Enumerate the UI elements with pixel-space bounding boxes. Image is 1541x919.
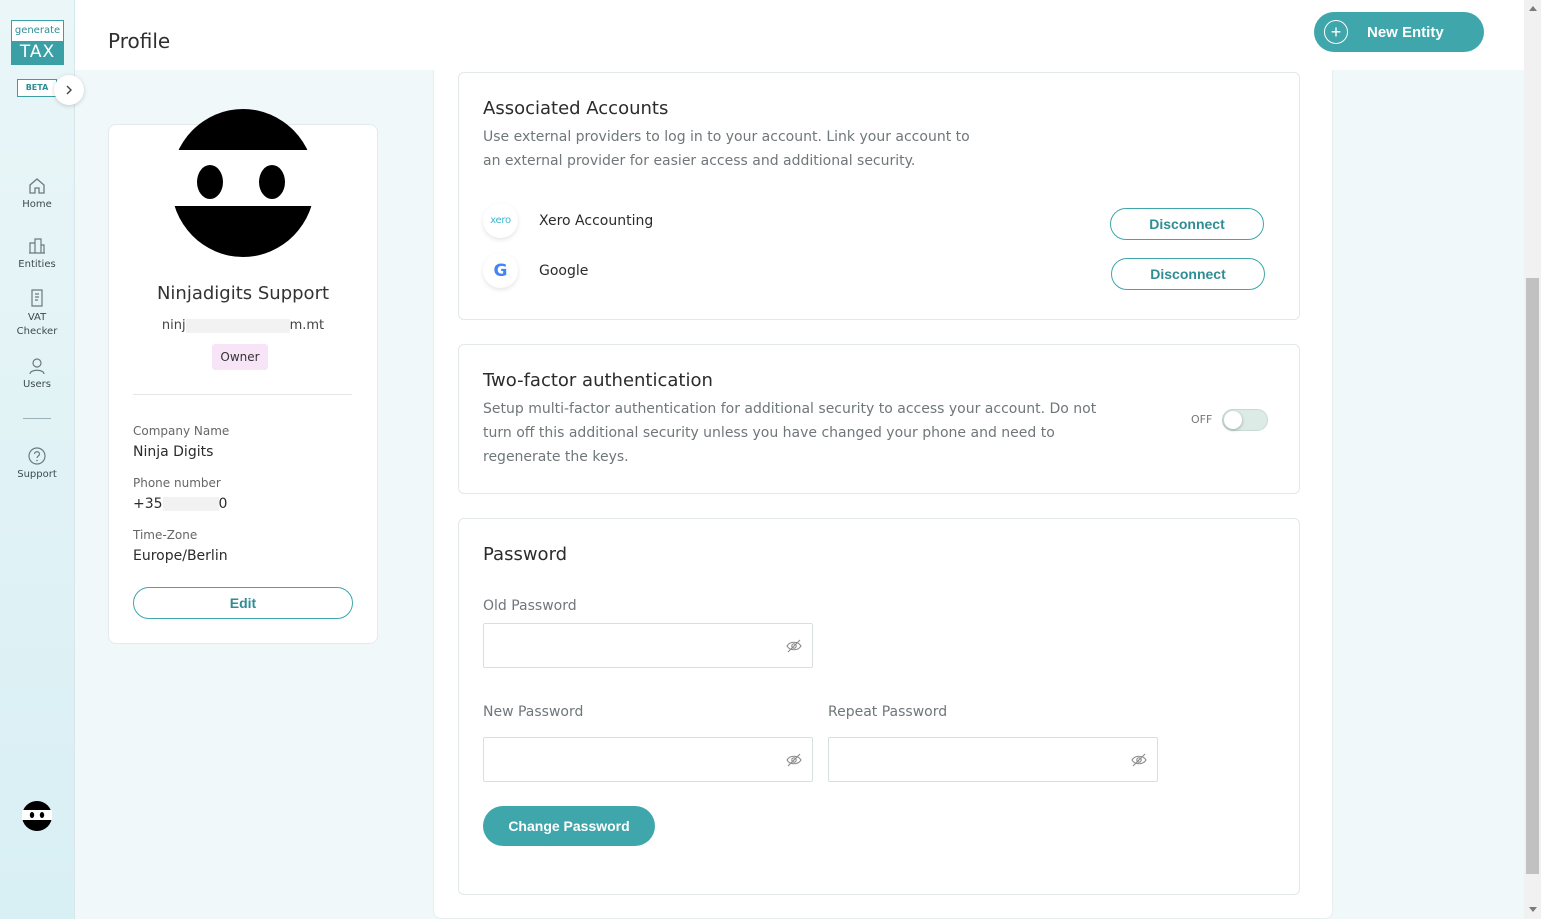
page-scrollbar[interactable]	[1524, 0, 1541, 919]
nav-support[interactable]: Support	[0, 446, 74, 480]
change-password-button[interactable]: Change Password	[483, 806, 655, 846]
nav-vat-checker[interactable]: VAT Checker	[0, 288, 74, 339]
eye-off-icon[interactable]	[786, 753, 802, 767]
plus-icon: +	[1324, 20, 1348, 44]
new-entity-label: New Entity	[1367, 23, 1444, 41]
old-password-label: Old Password	[483, 598, 577, 614]
new-entity-button[interactable]: + New Entity	[1314, 12, 1484, 52]
email-redaction	[185, 318, 290, 333]
phone-number-value: +35 0	[133, 496, 227, 512]
timezone-value: Europe/Berlin	[133, 548, 228, 564]
repeat-password-field	[828, 737, 1158, 782]
password-title: Password	[483, 544, 568, 565]
associated-accounts-description-2: an external provider for easier access a…	[483, 153, 916, 169]
phone-start: +35	[133, 496, 163, 512]
user-avatar-small[interactable]	[21, 800, 53, 832]
beta-badge: BETA	[17, 79, 57, 97]
role-badge: Owner	[212, 344, 268, 370]
company-name-label: Company Name	[133, 424, 230, 438]
google-logo-letter: G	[493, 260, 508, 281]
nav-divider	[23, 418, 51, 419]
profile-divider	[133, 394, 352, 395]
nav-home-label: Home	[22, 199, 52, 210]
document-icon	[31, 289, 43, 307]
eye-off-icon[interactable]	[1131, 753, 1147, 767]
xero-logo-text: xero	[490, 215, 511, 226]
toggle-knob	[1224, 411, 1242, 429]
old-password-input[interactable]	[484, 624, 774, 667]
expand-sidebar-button[interactable]	[54, 75, 84, 105]
nav-users-label: Users	[22, 379, 51, 390]
nav-users[interactable]: Users	[0, 356, 74, 390]
two-factor-description-1: Setup multi-factor authentication for ad…	[483, 401, 1097, 417]
nav-entities-label: Entities	[18, 259, 56, 270]
repeat-password-input[interactable]	[829, 738, 1119, 781]
xero-account-name: Xero Accounting	[539, 213, 654, 229]
chevron-right-icon	[66, 85, 72, 95]
old-password-field	[483, 623, 813, 668]
scroll-down-arrow-icon[interactable]	[1529, 907, 1537, 912]
phone-end: 0	[218, 496, 228, 512]
nav-entities[interactable]: Entities	[0, 236, 74, 270]
help-icon	[28, 447, 46, 465]
repeat-password-label: Repeat Password	[828, 704, 948, 720]
edit-profile-button[interactable]: Edit	[133, 587, 353, 619]
profile-email-start: ninj	[161, 318, 186, 333]
timezone-label: Time-Zone	[133, 528, 198, 542]
xero-disconnect-button[interactable]: Disconnect	[1110, 208, 1264, 240]
two-factor-title: Two-factor authentication	[483, 370, 713, 391]
new-password-field	[483, 737, 813, 782]
associated-accounts-description-1: Use external providers to log in to your…	[483, 129, 970, 145]
new-password-label: New Password	[483, 704, 584, 720]
top-header: Profile + New Entity	[75, 0, 1524, 70]
profile-email: ninj m.mt	[108, 318, 378, 333]
nav-support-label: Support	[17, 469, 57, 480]
phone-number-label: Phone number	[133, 476, 221, 490]
google-disconnect-button[interactable]: Disconnect	[1111, 258, 1265, 290]
page-title: Profile	[108, 29, 171, 53]
home-icon	[29, 178, 45, 194]
profile-avatar	[170, 109, 316, 257]
new-password-input[interactable]	[484, 738, 774, 781]
company-name-value: Ninja Digits	[133, 444, 214, 460]
google-logo-icon: G	[483, 253, 518, 288]
two-factor-description-2: turn off this additional security unless…	[483, 425, 1055, 441]
two-factor-toggle-state: OFF	[1191, 413, 1213, 426]
logo-top-text: generate	[14, 25, 61, 36]
nav-vat-checker-label: VAT Checker	[16, 312, 58, 337]
scrollbar-thumb[interactable]	[1526, 278, 1539, 874]
phone-redaction	[162, 497, 219, 511]
scroll-up-arrow-icon[interactable]	[1529, 6, 1537, 11]
sidebar: generate TAX BETA Home Entities VAT Chec…	[0, 0, 84, 919]
generate-tax-logo[interactable]: generate TAX	[11, 20, 64, 65]
eye-off-icon[interactable]	[786, 639, 802, 653]
profile-name: Ninjadigits Support	[156, 283, 330, 304]
logo-bottom-text: TAX	[12, 41, 63, 64]
two-factor-toggle[interactable]	[1222, 409, 1268, 431]
google-account-name: Google	[539, 263, 589, 279]
xero-logo-icon: xero	[483, 203, 518, 238]
buildings-icon	[29, 238, 45, 254]
nav-home[interactable]: Home	[0, 176, 74, 210]
user-icon	[29, 358, 45, 375]
associated-accounts-title: Associated Accounts	[483, 98, 669, 119]
profile-email-end: m.mt	[289, 318, 325, 333]
two-factor-description-3: regenerate the keys.	[483, 449, 629, 465]
